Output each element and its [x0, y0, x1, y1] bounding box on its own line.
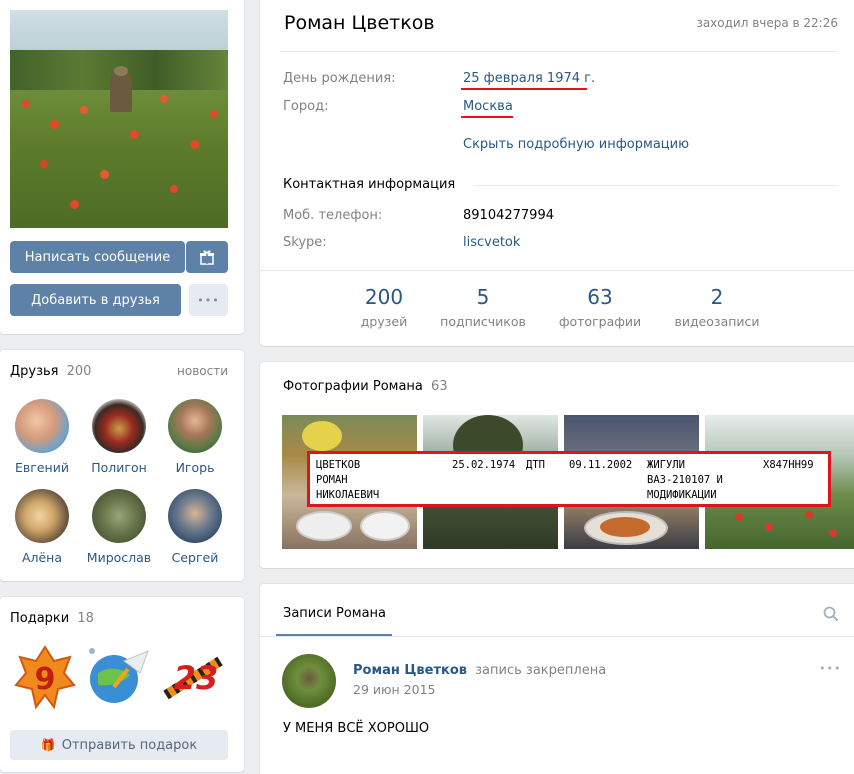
stat-label: подписчиков	[440, 314, 526, 329]
birthday-value[interactable]: 25 февраля 1974 г.	[463, 71, 595, 86]
post-pinned: запись закреплена	[475, 663, 607, 678]
friend-avatar-evgeniy[interactable]	[15, 399, 69, 453]
friend-name[interactable]: Сергей	[160, 550, 230, 565]
record-car-line2: ВАЗ-210107 И	[647, 474, 723, 486]
record-date: 09.11.2002	[569, 459, 633, 471]
message-button[interactable]: Написать сообщение	[10, 241, 185, 273]
post-more-button[interactable]: •••	[819, 662, 841, 675]
gifts-title[interactable]: Подарки	[10, 611, 69, 626]
post-author-avatar[interactable]	[282, 654, 336, 708]
send-gift-label: Отправить подарок	[61, 737, 198, 753]
friend-avatar-igor[interactable]	[168, 399, 222, 453]
record-surname: ЦВЕТКОВ	[316, 459, 361, 471]
friend-name[interactable]: Игорь	[160, 460, 230, 475]
photos-card: Фотографии Романа 63 ЦВЕТКОВ РОМАН НИКОЛ…	[260, 362, 854, 568]
friends-title[interactable]: Друзья	[10, 364, 59, 379]
friend-name[interactable]: Алёна	[7, 550, 77, 565]
page-title: Роман Цветков	[284, 12, 435, 34]
more-actions-button[interactable]: •••	[189, 284, 228, 316]
stat-count: 2	[710, 285, 724, 309]
post-text: У МЕНЯ ВСЁ ХОРОШО	[283, 721, 430, 736]
birthday-underline	[461, 88, 587, 90]
stat-count: 200	[364, 285, 404, 309]
record-overlay: ЦВЕТКОВ РОМАН НИКОЛАЕВИЧ 25.02.1974 ДТП …	[307, 451, 831, 507]
friends-card: Друзья 200 новости Евгений Полигон Игорь…	[0, 350, 244, 581]
gift-small-icon: 🎁	[40, 738, 56, 752]
gift-icon	[200, 250, 214, 265]
profile-photo-card: Написать сообщение Добавить в друзья •••	[0, 0, 244, 334]
post-author[interactable]: Роман Цветков	[353, 663, 467, 678]
friend-avatar-sergey[interactable]	[168, 489, 222, 543]
wall-card: Записи Романа Роман Цветков запись закре…	[260, 584, 854, 774]
profile-photo[interactable]	[10, 10, 228, 228]
hide-info-link[interactable]: Скрыть подробную информацию	[463, 137, 689, 152]
friend-avatar-poligon[interactable]	[92, 399, 146, 453]
record-dob: 25.02.1974	[452, 459, 516, 471]
gift-rocket-icon[interactable]	[84, 643, 154, 711]
city-value[interactable]: Москва	[463, 99, 513, 114]
record-patronymic: НИКОЛАЕВИЧ	[316, 489, 380, 501]
gift-9-icon[interactable]: 9	[14, 645, 76, 711]
gifts-card: Подарки 18 9 23 🎁 Отправить подарок	[0, 597, 244, 772]
friend-name[interactable]: Полигон	[84, 460, 154, 475]
stat-count: 5	[476, 285, 490, 309]
search-icon[interactable]	[823, 606, 839, 622]
stat-label: видеозаписи	[674, 314, 760, 329]
gift-23-icon[interactable]: 23	[160, 647, 230, 709]
profile-info-card: Роман Цветков заходил вчера в 22:26 День…	[260, 0, 854, 346]
add-friend-button[interactable]: Добавить в друзья	[10, 284, 181, 316]
friend-avatar-alena[interactable]	[15, 489, 69, 543]
phone-label: Моб. телефон:	[283, 208, 383, 223]
record-event: ДТП	[526, 459, 545, 471]
gifts-count: 18	[77, 611, 94, 626]
record-plate: Х847НН99	[763, 459, 814, 471]
friend-avatar-miroslav[interactable]	[92, 489, 146, 543]
send-gift-button[interactable]: 🎁 Отправить подарок	[10, 730, 228, 760]
record-first-name: РОМАН	[316, 474, 348, 486]
post-date[interactable]: 29 июн 2015	[353, 682, 435, 697]
svg-text:9: 9	[35, 662, 56, 697]
stat-count: 63	[587, 285, 613, 309]
svg-text:23: 23	[174, 659, 219, 697]
friend-name[interactable]: Мирослав	[84, 550, 154, 565]
photos-count: 63	[431, 379, 448, 394]
record-car-line1: ЖИГУЛИ	[647, 459, 685, 471]
skype-label: Skype:	[283, 235, 327, 250]
gift-button[interactable]	[186, 241, 228, 273]
stat-label: друзей	[360, 314, 408, 329]
phone-value: 89104277994	[463, 208, 554, 223]
contacts-header: Контактная информация	[283, 177, 456, 192]
record-car-line3: МОДИФИКАЦИИ	[647, 489, 717, 501]
friend-name[interactable]: Евгений	[7, 460, 77, 475]
city-underline	[461, 116, 513, 118]
tab-wall-posts[interactable]: Записи Романа	[283, 606, 386, 621]
photos-title[interactable]: Фотографии Романа	[283, 379, 423, 394]
skype-value[interactable]: liscvetok	[463, 235, 520, 250]
city-label: Город:	[283, 99, 329, 114]
friends-news-link[interactable]: новости	[177, 364, 228, 378]
last-seen: заходил вчера в 22:26	[696, 16, 838, 30]
stat-label: фотографии	[558, 314, 642, 329]
birthday-label: День рождения:	[283, 71, 396, 86]
friends-count: 200	[66, 364, 92, 379]
